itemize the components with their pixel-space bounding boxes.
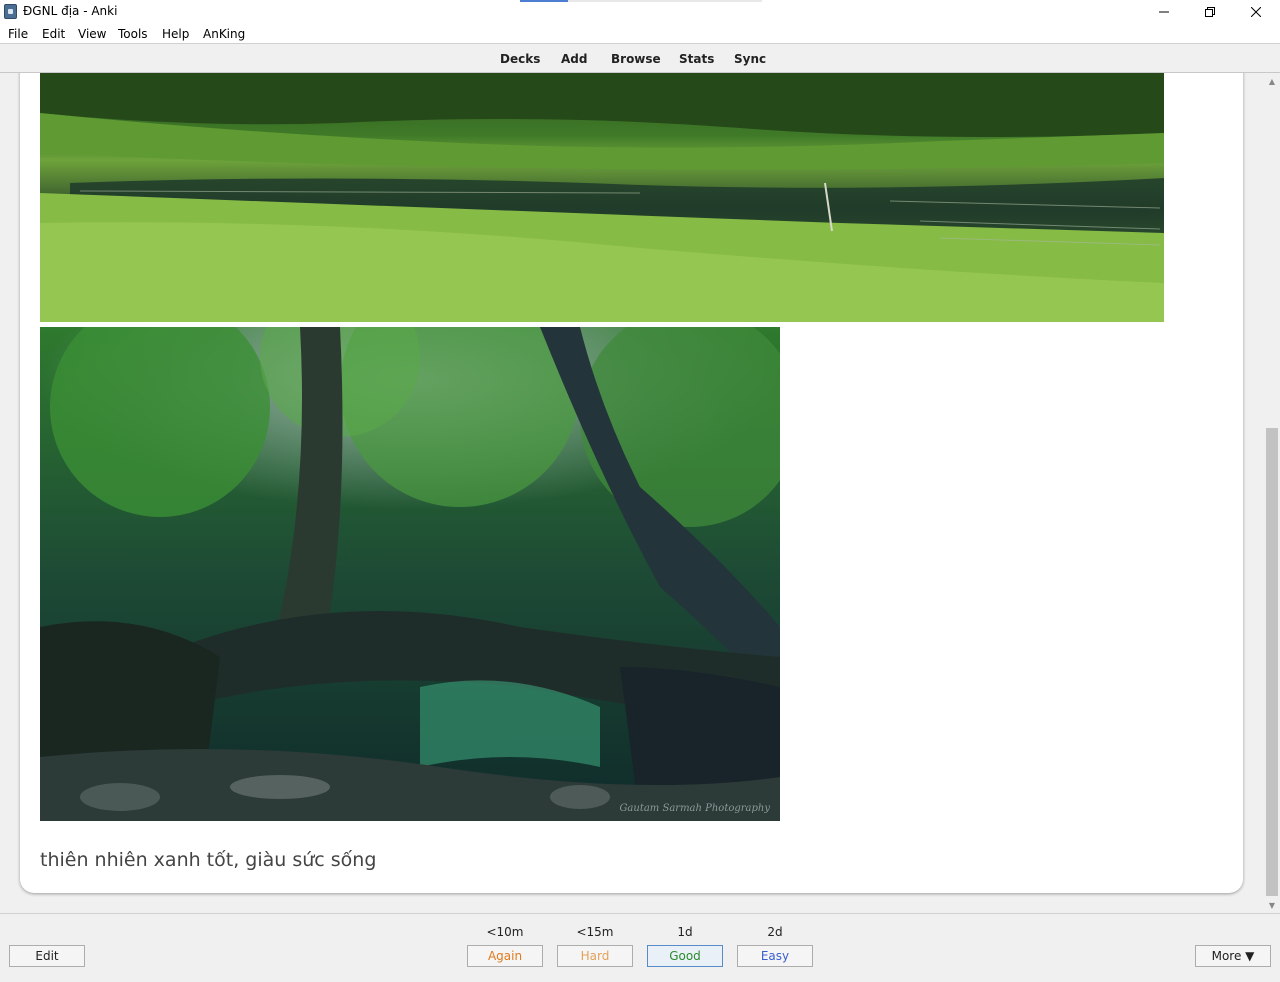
toolbar-add-link[interactable]: Add [561,52,587,66]
hard-interval: <15m [576,925,614,939]
menu-tools[interactable]: Tools [118,27,148,41]
more-button[interactable]: More ▼ [1195,945,1271,967]
root-bridge-forest-image: Gautam Sarmah Photography [40,327,780,821]
answer-bar: Edit <10m <15m 1d 2d Again Hard Good Eas… [0,913,1280,982]
good-interval: 1d [677,925,693,939]
again-button[interactable]: Again [467,945,543,967]
title-bar: ĐGNL địa - Anki [0,0,1280,24]
edit-button[interactable]: Edit [9,945,85,967]
title-bar-accent [520,0,568,2]
menu-file[interactable]: File [8,27,28,41]
restore-button[interactable] [1187,0,1233,24]
good-button[interactable]: Good [647,945,723,967]
menu-help[interactable]: Help [162,27,189,41]
vertical-scrollbar[interactable]: ▲ ▼ [1264,73,1280,913]
scroll-thumb[interactable] [1266,428,1278,896]
answer-text: thiên nhiên xanh tốt, giàu sức sống [40,849,377,871]
menu-edit[interactable]: Edit [42,27,65,41]
again-interval: <10m [486,925,524,939]
toolbar-sync-link[interactable]: Sync [734,52,766,66]
title-bar-strip [568,0,762,2]
photo-watermark: Gautam Sarmah Photography [619,803,770,814]
minimize-button[interactable] [1141,0,1187,24]
toolbar-decks-link[interactable]: Decks [500,52,540,66]
reviewer-content: Gautam Sarmah Photography thiên nhiên xa… [0,73,1264,913]
hard-button[interactable]: Hard [557,945,633,967]
menu-anking[interactable]: AnKing [203,27,245,41]
toolbar-browse-link[interactable]: Browse [611,52,661,66]
easy-interval: 2d [767,925,783,939]
minimize-icon [1159,11,1169,13]
easy-button[interactable]: Easy [737,945,813,967]
anki-app-icon [4,4,17,19]
scroll-up-arrow-icon[interactable]: ▲ [1264,73,1280,89]
menu-view[interactable]: View [78,27,106,41]
grassland-image [40,73,1164,322]
restore-icon [1205,7,1215,17]
close-button[interactable] [1233,0,1279,24]
scroll-down-arrow-icon[interactable]: ▼ [1264,897,1280,913]
window-title: ĐGNL địa - Anki [23,4,118,18]
close-icon [1251,7,1261,17]
toolbar-stats-link[interactable]: Stats [679,52,714,66]
main-toolbar: Decks Add Browse Stats Sync [0,44,1280,73]
menu-bar: File Edit View Tools Help AnKing [0,24,1280,44]
